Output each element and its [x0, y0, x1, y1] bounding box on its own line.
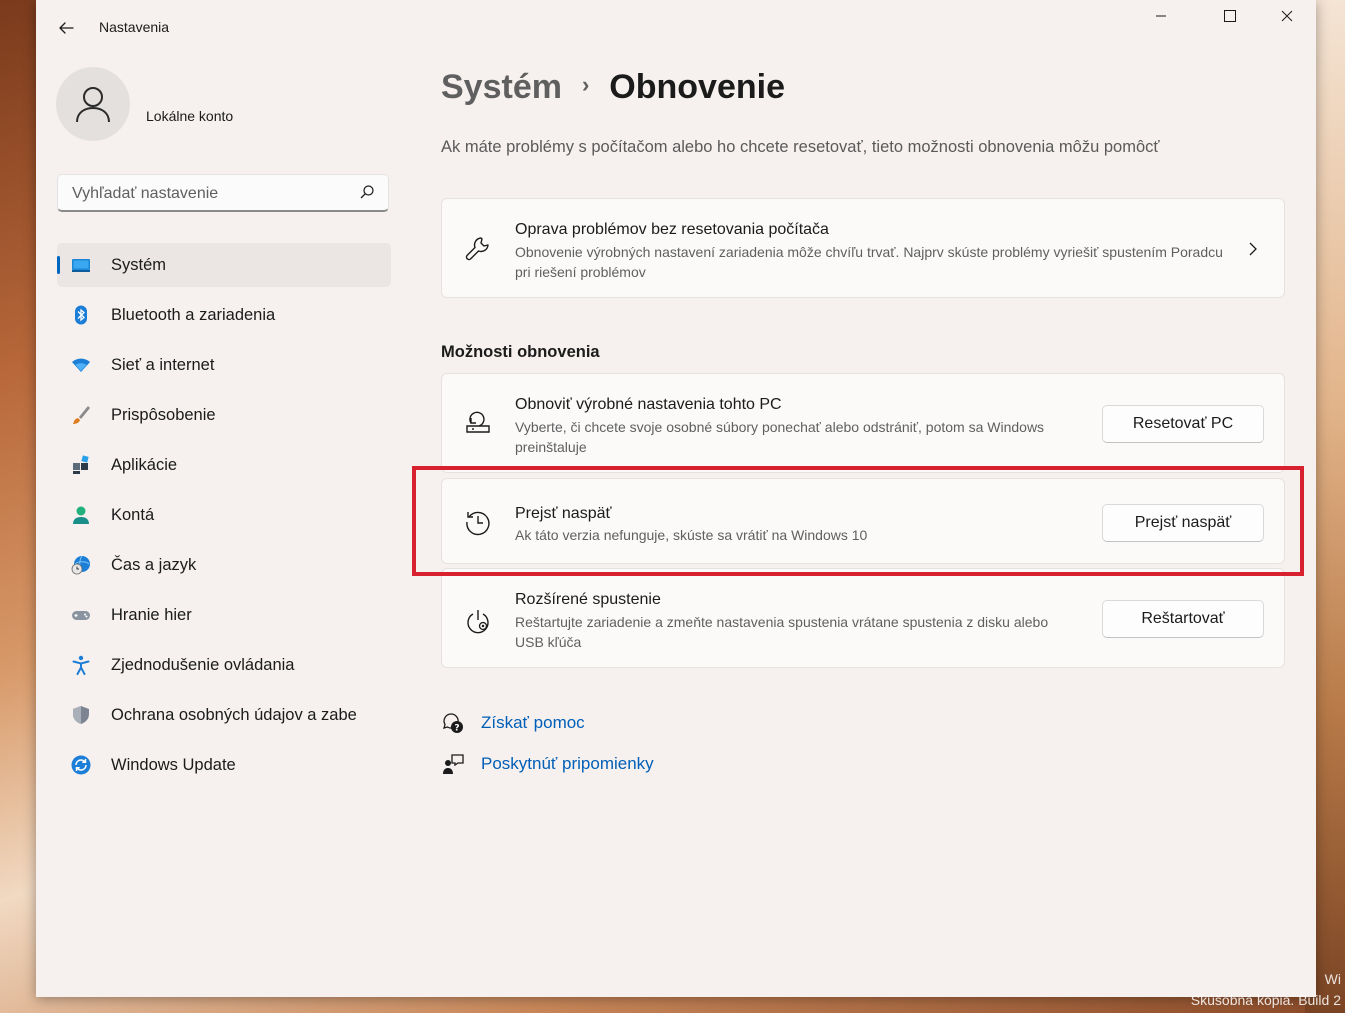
get-help-text[interactable]: Získať pomoc	[481, 713, 585, 733]
accessibility-icon	[72, 655, 90, 675]
sidebar-item-accessibility[interactable]: Zjednodušenie ovládania	[57, 643, 391, 687]
update-icon	[71, 755, 91, 775]
sidebar-item-personalization[interactable]: Prispôsobenie	[57, 393, 391, 437]
search-box[interactable]	[57, 174, 389, 212]
troubleshoot-description: Obnovenie výrobných nastavení zariadenia…	[515, 244, 1223, 280]
title-bar: Nastavenia	[36, 0, 1316, 54]
sidebar-item-label: Bluetooth a zariadenia	[111, 306, 276, 324]
sidebar-item-label: Aplikácie	[111, 456, 178, 474]
feedback-link[interactable]: Poskytnúť pripomienky	[441, 750, 654, 778]
apps-icon	[73, 455, 89, 474]
sidebar-item-gaming[interactable]: Hranie hier	[57, 593, 391, 637]
sidebar-item-bluetooth[interactable]: Bluetooth a zariadenia	[57, 293, 391, 337]
sidebar-item-windows-update[interactable]: Windows Update	[57, 743, 391, 787]
user-icon	[76, 87, 110, 123]
maximize-button[interactable]	[1202, 0, 1258, 32]
close-button[interactable]	[1259, 0, 1315, 32]
globe-clock-icon	[71, 555, 90, 575]
minimize-button[interactable]	[1133, 0, 1189, 32]
breadcrumb-parent[interactable]: Systém	[441, 68, 562, 106]
sidebar-item-system[interactable]: Systém	[57, 243, 391, 287]
get-help-link[interactable]: ? Získať pomoc	[441, 709, 585, 737]
breadcrumb-separator: ›	[581, 72, 590, 98]
svg-text:?: ?	[454, 724, 459, 734]
troubleshoot-card[interactable]: Oprava problémov bez resetovania počítač…	[441, 198, 1285, 298]
selection-indicator	[57, 256, 60, 274]
maximize-icon	[1224, 10, 1236, 22]
sidebar-item-label: Ochrana osobných údajov a zabe	[111, 706, 357, 724]
sidebar-item-label: Sieť a internet	[111, 356, 215, 374]
reset-pc-title: Obnoviť výrobné nastavenia tohto PC	[515, 396, 782, 413]
sidebar-item-label: Systém	[111, 256, 167, 274]
advanced-startup-description: Reštartujte zariadenie a zmeňte nastaven…	[515, 614, 1049, 650]
search-input[interactable]	[70, 182, 354, 206]
feedback-icon	[441, 752, 465, 776]
advanced-startup-title: Rozšírené spustenie	[515, 591, 661, 608]
highlight-box	[412, 466, 1304, 576]
reset-pc-icon	[462, 408, 494, 440]
wrench-icon	[462, 233, 494, 265]
reset-pc-card: Obnoviť výrobné nastavenia tohto PC Vybe…	[441, 373, 1285, 473]
sidebar-item-time-language[interactable]: Čas a jazyk	[57, 543, 391, 587]
sidebar-item-label: Zjednodušenie ovládania	[111, 656, 295, 674]
advanced-startup-card: Rozšírené spustenie Reštartujte zariaden…	[441, 568, 1285, 668]
bluetooth-icon	[75, 305, 87, 325]
advanced-startup-icon	[462, 605, 494, 637]
arrow-left-icon	[59, 22, 74, 34]
sidebar-item-network[interactable]: Sieť a internet	[57, 343, 391, 387]
reset-pc-button[interactable]: Resetovať PC	[1102, 405, 1264, 443]
sidebar-item-apps[interactable]: Aplikácie	[57, 443, 391, 487]
sidebar-item-privacy[interactable]: Ochrana osobných údajov a zabe	[57, 693, 391, 737]
sidebar-item-label: Windows Update	[111, 756, 236, 774]
wifi-icon	[72, 358, 90, 372]
window-title: Nastavenia	[99, 19, 170, 35]
sidebar-item-label: Čas a jazyk	[111, 556, 197, 574]
minimize-icon	[1156, 15, 1166, 17]
restart-button[interactable]: Reštartovať	[1102, 600, 1264, 638]
troubleshoot-title: Oprava problémov bez resetovania počítač…	[515, 221, 829, 238]
system-icon	[72, 259, 90, 272]
person-icon	[73, 506, 89, 524]
sidebar-nav: Systém Bluetooth a zariadenia Sieť a int…	[57, 243, 391, 793]
section-title: Možnosti obnovenia	[441, 343, 600, 361]
breadcrumb: Systém › Obnovenie	[441, 68, 785, 107]
help-icon: ?	[441, 711, 465, 735]
brush-icon	[73, 406, 90, 424]
settings-window: Nastavenia Lokálne konto Vyhľadať nastav…	[36, 0, 1316, 997]
feedback-text[interactable]: Poskytnúť pripomienky	[481, 754, 654, 774]
gamepad-icon	[72, 611, 90, 620]
watermark-line-2: Skúšobná kópia. Build 2	[1190, 992, 1341, 1008]
reset-pc-description: Vyberte, či chcete svoje osobné súbory p…	[515, 419, 1045, 455]
sidebar-item-label: Hranie hier	[111, 606, 192, 624]
shield-icon	[73, 706, 89, 724]
page-subtitle: Ak máte problémy s počítačom alebo ho ch…	[441, 138, 1160, 156]
sidebar-item-label: Prispôsobenie	[111, 406, 216, 424]
page-title: Obnovenie	[609, 68, 785, 106]
avatar[interactable]	[56, 67, 130, 141]
chevron-right-icon	[1249, 242, 1257, 256]
account-name: Lokálne konto	[146, 108, 234, 124]
watermark-line-1: Wi	[1324, 971, 1341, 987]
back-button[interactable]	[50, 12, 82, 44]
sidebar-item-label: Kontá	[111, 506, 155, 524]
sidebar-item-accounts[interactable]: Kontá	[57, 493, 391, 537]
close-icon	[1281, 10, 1293, 22]
search-icon[interactable]	[360, 185, 374, 199]
